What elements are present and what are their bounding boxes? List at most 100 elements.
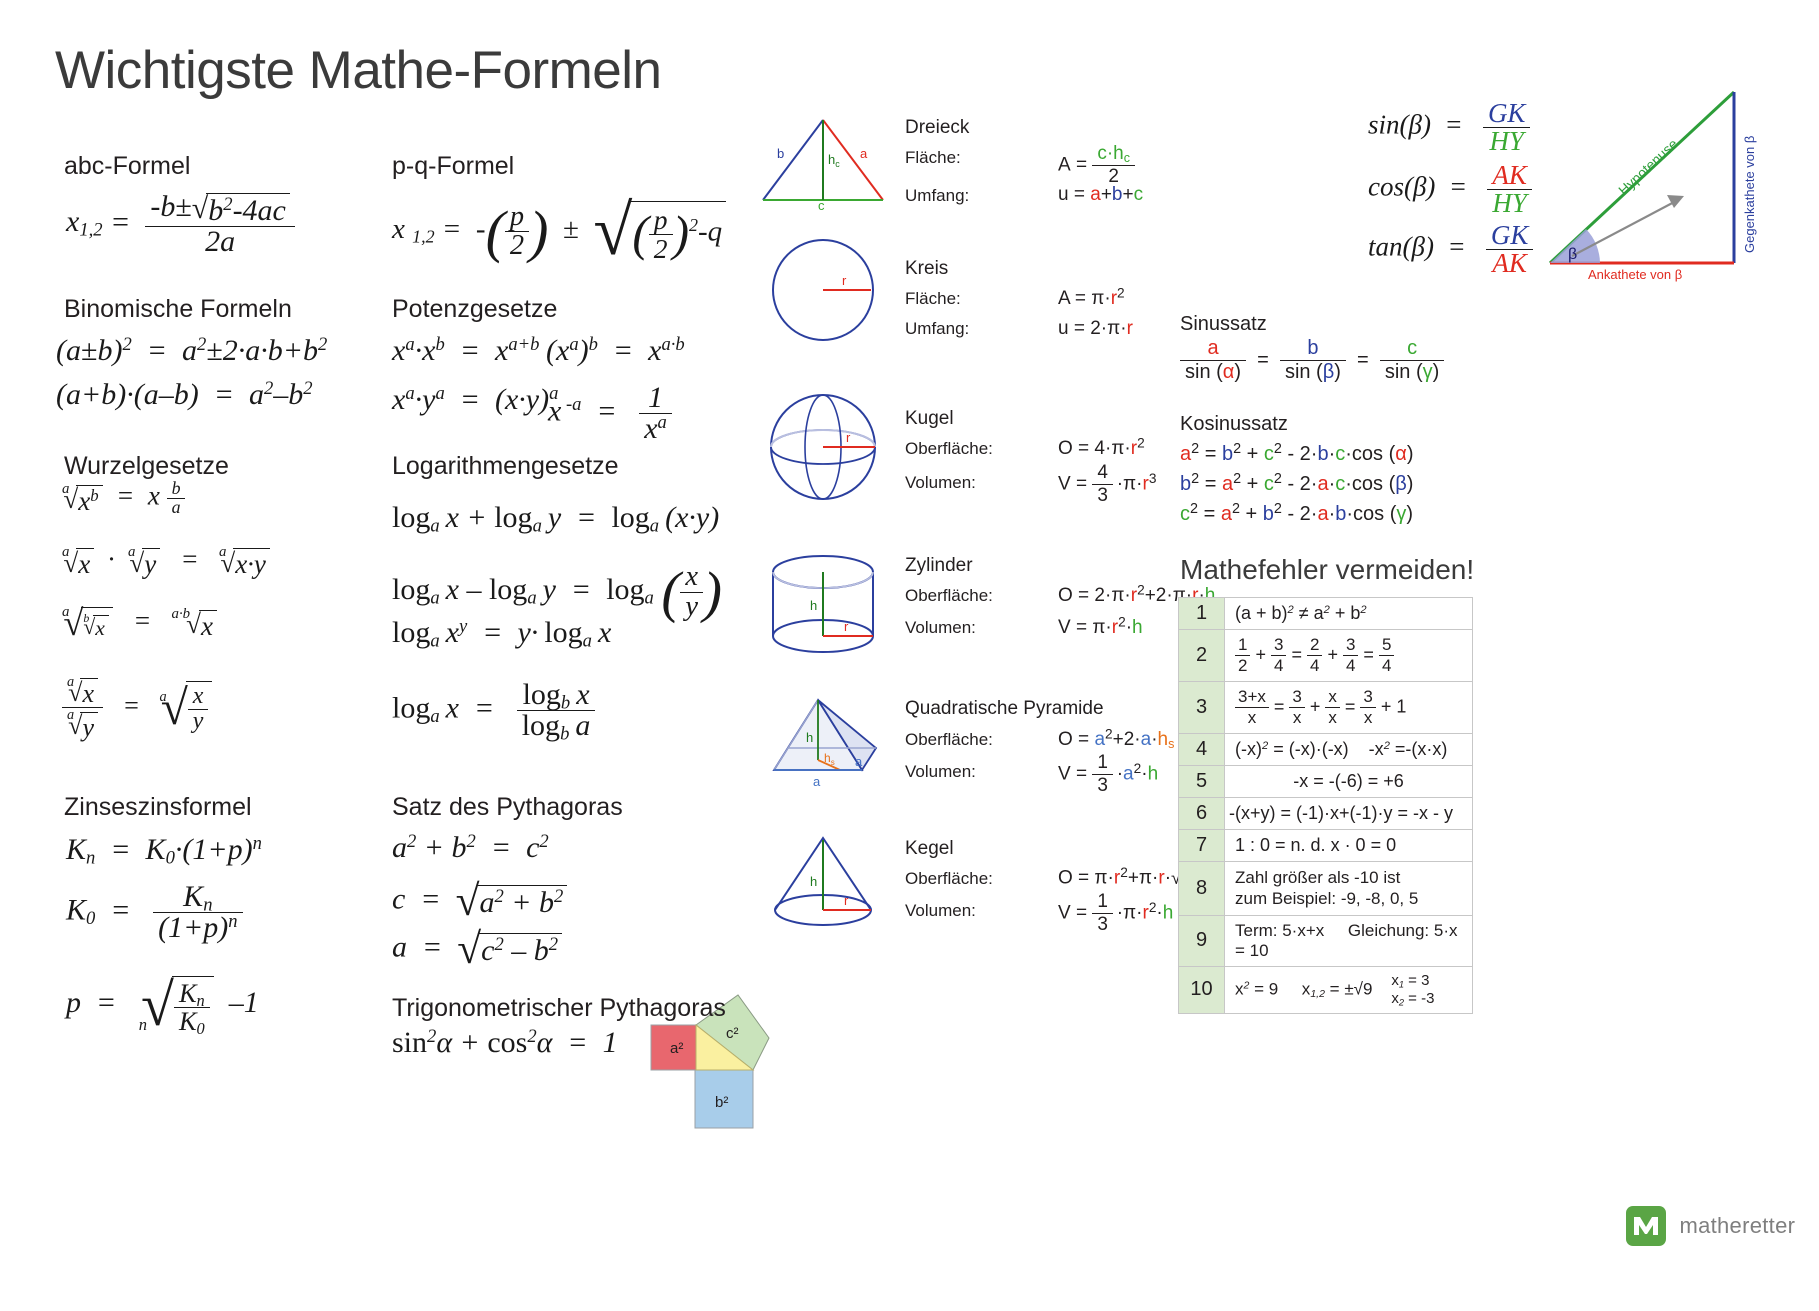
formula-log-4: loga x = logb x logb a [392, 680, 596, 743]
shape-name-kegel: Kegel [905, 838, 954, 859]
svg-text:a: a [860, 146, 868, 161]
formula-pyramide-volumen: V = 13 ·a2·h [1058, 752, 1159, 796]
formula-sin: sin(β) = GK HY [1368, 100, 1531, 155]
table-row: 1 (a + b)2 ≠ a2 + b2 [1178, 597, 1473, 630]
page-title: Wichtigste Mathe-Formeln [55, 41, 662, 100]
formula-cos: cos(β) = AK HY [1368, 162, 1532, 217]
formula-log-2: loga x – loga y = loga (x y) [392, 560, 722, 624]
row-content: 1 : 0 = n. d. x · 0 = 0 [1224, 829, 1473, 862]
row-number: 3 [1178, 681, 1225, 734]
formula-sinussatz: a sin (α) = b sin (β) = c sin (γ) [1180, 337, 1445, 384]
table-row: 6 -(x+y) = (-1)·x+(-1)·y = -x - y [1178, 797, 1473, 830]
table-row: 2 12 + 34 = 24 + 34 = 54 [1178, 629, 1473, 682]
label-dreieck-flaeche: Fläche: [905, 148, 961, 167]
heading-sinussatz: Sinussatz [1180, 313, 1267, 335]
shape-name-dreieck: Dreieck [905, 117, 970, 138]
heading-wurzelgesetze: Wurzelgesetze [64, 452, 229, 480]
label-kugel-oberflaeche: Oberfläche: [905, 439, 993, 458]
trig-triangle-diagram: β Hypotenuse Gegenkathete von β Ankathet… [1548, 90, 1757, 282]
svg-text:h: h [810, 598, 817, 613]
svg-text:h: h [810, 874, 817, 889]
shape-name-zylinder: Zylinder [905, 555, 973, 576]
triangle-diagram: b a c hc [762, 119, 884, 212]
formula-kreis-umfang: u = 2·π·r [1058, 318, 1133, 339]
shape-name-kugel: Kugel [905, 408, 954, 429]
row-number: 1 [1178, 597, 1225, 630]
svg-text:a: a [855, 754, 863, 769]
formula-pyth-2: c = √a2 + b2 [392, 879, 568, 924]
svg-text:hc: hc [828, 152, 840, 169]
shape-name-kreis: Kreis [905, 258, 949, 279]
heading-pq-formel: p-q-Formel [392, 152, 515, 180]
row-number: 8 [1178, 861, 1225, 916]
label-kegel-volumen: Volumen: [905, 901, 976, 920]
formula-wurzel-2: a√x · a√y = a√x·y [62, 545, 270, 578]
row-content: 3+x x = 3x + xx = 3x + 1 [1224, 681, 1473, 734]
formula-potenz-3: xa·ya = (x·y)a [392, 382, 559, 416]
formula-kosinussatz-1: a2 = b2 + c2 - 2·b·c·cos (α) [1180, 441, 1414, 465]
label-pyramide-oberflaeche: Oberfläche: [905, 730, 993, 749]
table-row: 8 Zahl größer als -10 ist zum Beispiel: -… [1178, 861, 1473, 916]
svg-text:b: b [777, 146, 784, 161]
svg-text:Gegenkathete von β: Gegenkathete von β [1742, 136, 1757, 253]
formula-kegel-volumen: V = 13 ·π·r2·h [1058, 891, 1174, 935]
formula-binom-1: (a±b)2 = a2±2·a·b+b2 [56, 333, 328, 367]
svg-text:r: r [844, 893, 849, 908]
row-content: (-x)2 = (-x)·(-x) -x2 =-(x·x) [1224, 733, 1473, 766]
label-kreis-flaeche: Fläche: [905, 289, 961, 308]
table-row: 7 1 : 0 = n. d. x · 0 = 0 [1178, 829, 1473, 862]
formula-zylinder-volumen: V = π·r2·h [1058, 614, 1143, 638]
label-a-squared: a² [670, 1040, 683, 1057]
brand-logo: matheretter [1625, 1205, 1795, 1247]
sphere-diagram: r [770, 394, 876, 500]
formula-pyramide-oberflaeche: O = a2+2·a·hs [1058, 726, 1175, 751]
pythagoras-squares-diagram: a² b² c² [650, 994, 770, 1129]
cone-diagram: h r [774, 836, 872, 926]
formula-zins-1: Kn = K0·(1+p)n [66, 832, 262, 869]
svg-text:Ankathete von β: Ankathete von β [1588, 267, 1682, 282]
heading-satz-des-pythagoras: Satz des Pythagoras [392, 793, 623, 821]
svg-text:r: r [842, 273, 847, 288]
row-content: -(x+y) = (-1)·x+(-1)·y = -x - y [1224, 797, 1473, 830]
row-content: Term: 5·x+x Gleichung: 5·x = 10 [1224, 914, 1473, 967]
formula-abc: x1,2 = -b±√b2-4ac 2a [66, 192, 295, 257]
formula-dreieck-flaeche: A = c·hc 2 [1058, 143, 1135, 188]
label-zylinder-oberflaeche: Oberfläche: [905, 586, 993, 605]
label-c-squared: c² [726, 1025, 739, 1042]
label-kegel-oberflaeche: Oberfläche: [905, 869, 993, 888]
label-kugel-volumen: Volumen: [905, 473, 976, 492]
svg-text:h: h [806, 730, 813, 745]
matheretter-logo-icon [1626, 1206, 1666, 1246]
formula-zins-3: p = n√ Kn K0 –1 [66, 972, 259, 1038]
formula-kreis-flaeche: A = π·r2 [1058, 285, 1125, 309]
svg-text:r: r [846, 430, 851, 445]
cylinder-diagram: h r [772, 555, 874, 653]
circle-diagram: r [772, 239, 874, 341]
formula-kugel-volumen: V = 43 ·π·r3 [1058, 462, 1157, 506]
row-content: 12 + 34 = 24 + 34 = 54 [1224, 629, 1473, 682]
table-row: 9 Term: 5·x+x Gleichung: 5·x = 10 [1178, 914, 1473, 967]
formula-zins-2: K0 = Kn (1+p)n [66, 882, 243, 943]
row-number: 4 [1178, 733, 1225, 766]
formula-potenz-4: x -a = 1 xa [548, 383, 672, 444]
formula-kugel-oberflaeche: O = 4·π·r2 [1058, 435, 1145, 459]
row-number: 5 [1178, 765, 1225, 798]
error-table: 1 (a + b)2 ≠ a2 + b2 2 12 + 34 = 24 + 34… [1178, 597, 1473, 1014]
svg-text:r: r [844, 619, 849, 634]
table-row: 5 -x = -(-6) = +6 [1178, 765, 1473, 798]
table-row: 3 3+x x = 3x + xx = 3x + 1 [1178, 681, 1473, 734]
brand-name: matheretter [1679, 1213, 1796, 1238]
heading-kosinussatz: Kosinussatz [1180, 413, 1288, 435]
formula-log-3: loga xy = y· loga x [392, 615, 612, 652]
label-dreieck-umfang: Umfang: [905, 186, 970, 205]
formula-wurzel-3: a√ b√x = a·b√x [62, 605, 217, 641]
heading-abc-formel: abc-Formel [64, 152, 191, 180]
formula-kosinussatz-3: c2 = a2 + b2 - 2·a·b·cos (γ) [1180, 501, 1414, 525]
svg-text:β: β [1568, 246, 1577, 263]
row-number: 10 [1178, 965, 1225, 1014]
formula-dreieck-umfang: u = a+b+c [1058, 184, 1144, 205]
label-b-squared: b² [715, 1094, 728, 1111]
formula-kosinussatz-2: b2 = a2 + c2 - 2·a·c·cos (β) [1180, 471, 1414, 495]
row-number: 6 [1178, 797, 1225, 830]
svg-text:Hypotenuse: Hypotenuse [1615, 135, 1681, 198]
